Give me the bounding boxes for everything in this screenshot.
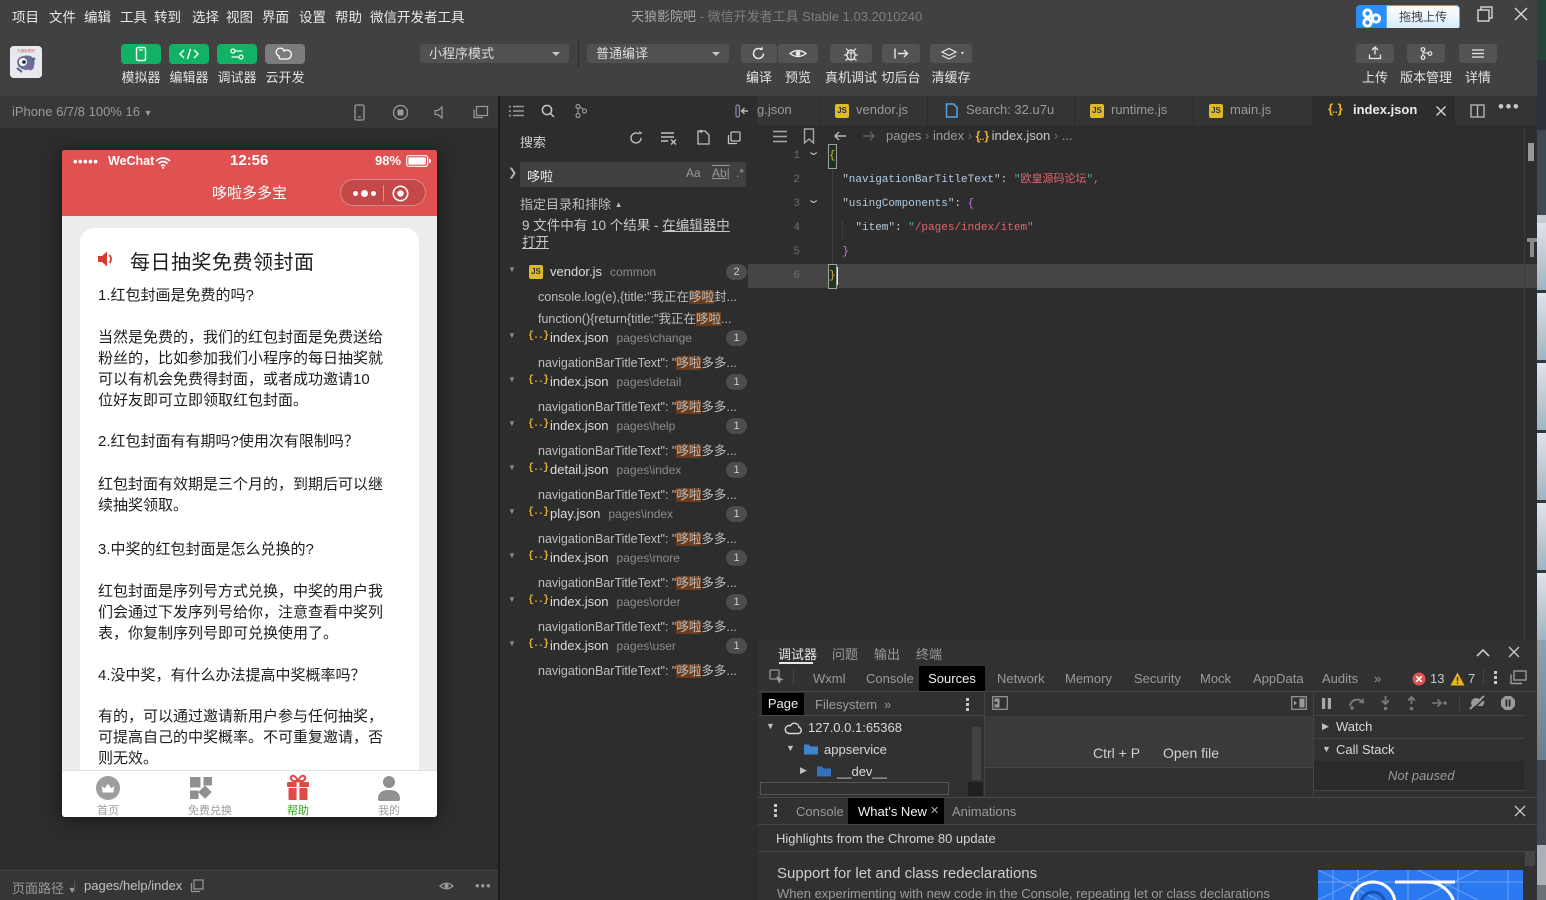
svg-text:天狼影院吧: 天狼影院吧 [17, 48, 35, 53]
